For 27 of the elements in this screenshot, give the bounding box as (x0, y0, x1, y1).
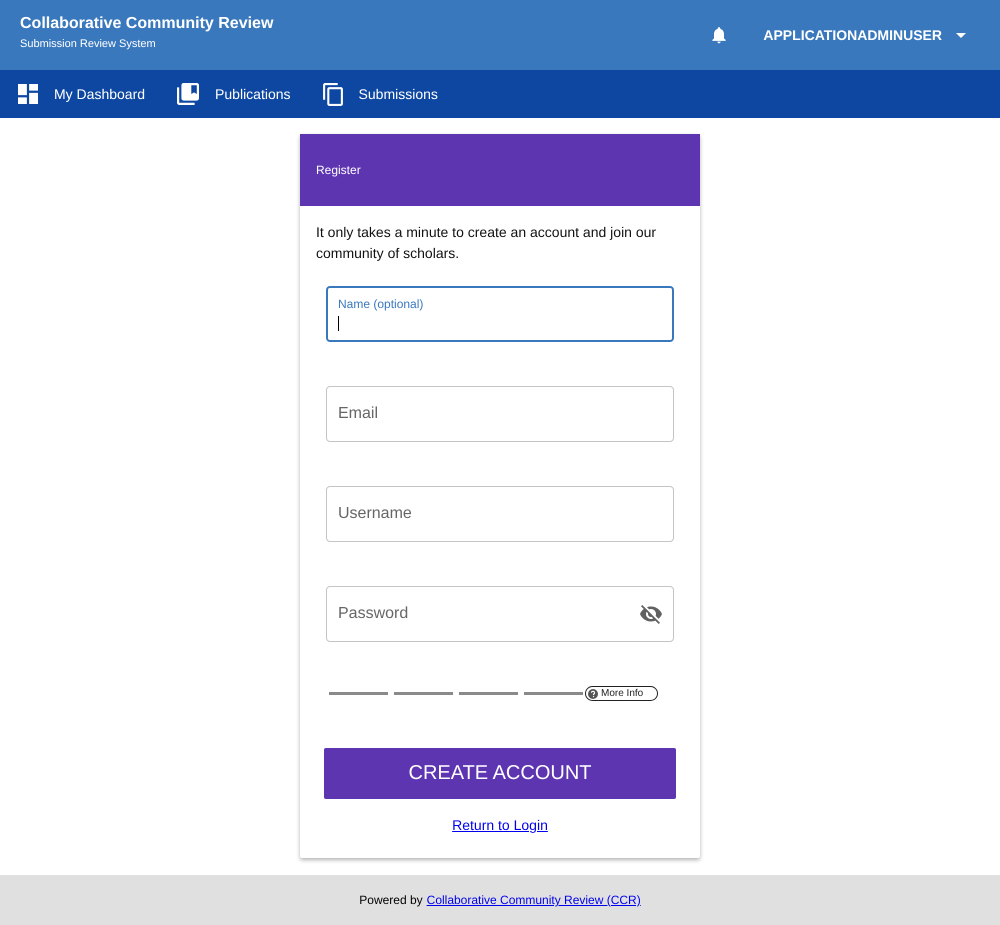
dashboard-icon (18, 84, 38, 104)
password-field[interactable]: Password (326, 586, 674, 642)
app-title: Collaborative Community Review (20, 14, 274, 32)
nav-link[interactable]: My Dashboard (18, 84, 146, 104)
input-field[interactable]: Username (326, 486, 674, 542)
strength-segment (394, 692, 453, 695)
more-info-button[interactable]: More Info (585, 686, 658, 701)
nav-link[interactable]: Submissions (322, 82, 438, 106)
caret-icon (956, 32, 966, 38)
nav-link[interactable]: Publications (177, 83, 291, 105)
help-icon (588, 688, 598, 698)
input-field[interactable]: Name (optional) (326, 286, 674, 342)
library-icon (177, 83, 200, 105)
strength-segment (329, 692, 388, 695)
user-menu-button[interactable]: APPLICATIONADMINUSER (763, 27, 966, 43)
intro-text: It only takes a minute to create an account and join our community of scholars. (316, 223, 658, 263)
eye-off-icon[interactable] (640, 604, 662, 624)
card-title: Register (316, 163, 361, 177)
return-to-login-link[interactable]: Return to Login (452, 817, 548, 833)
create-account-button[interactable]: CREATE ACCOUNT (324, 748, 676, 799)
footer-link[interactable]: Collaborative Community Review (CCR) (426, 893, 641, 907)
footer-text: Powered by (359, 893, 423, 907)
input-field[interactable]: Email (326, 386, 674, 442)
strength-segment (459, 692, 518, 695)
strength-segment (524, 692, 583, 695)
copy-icon (322, 82, 343, 106)
app-subtitle: Submission Review System (20, 38, 157, 50)
